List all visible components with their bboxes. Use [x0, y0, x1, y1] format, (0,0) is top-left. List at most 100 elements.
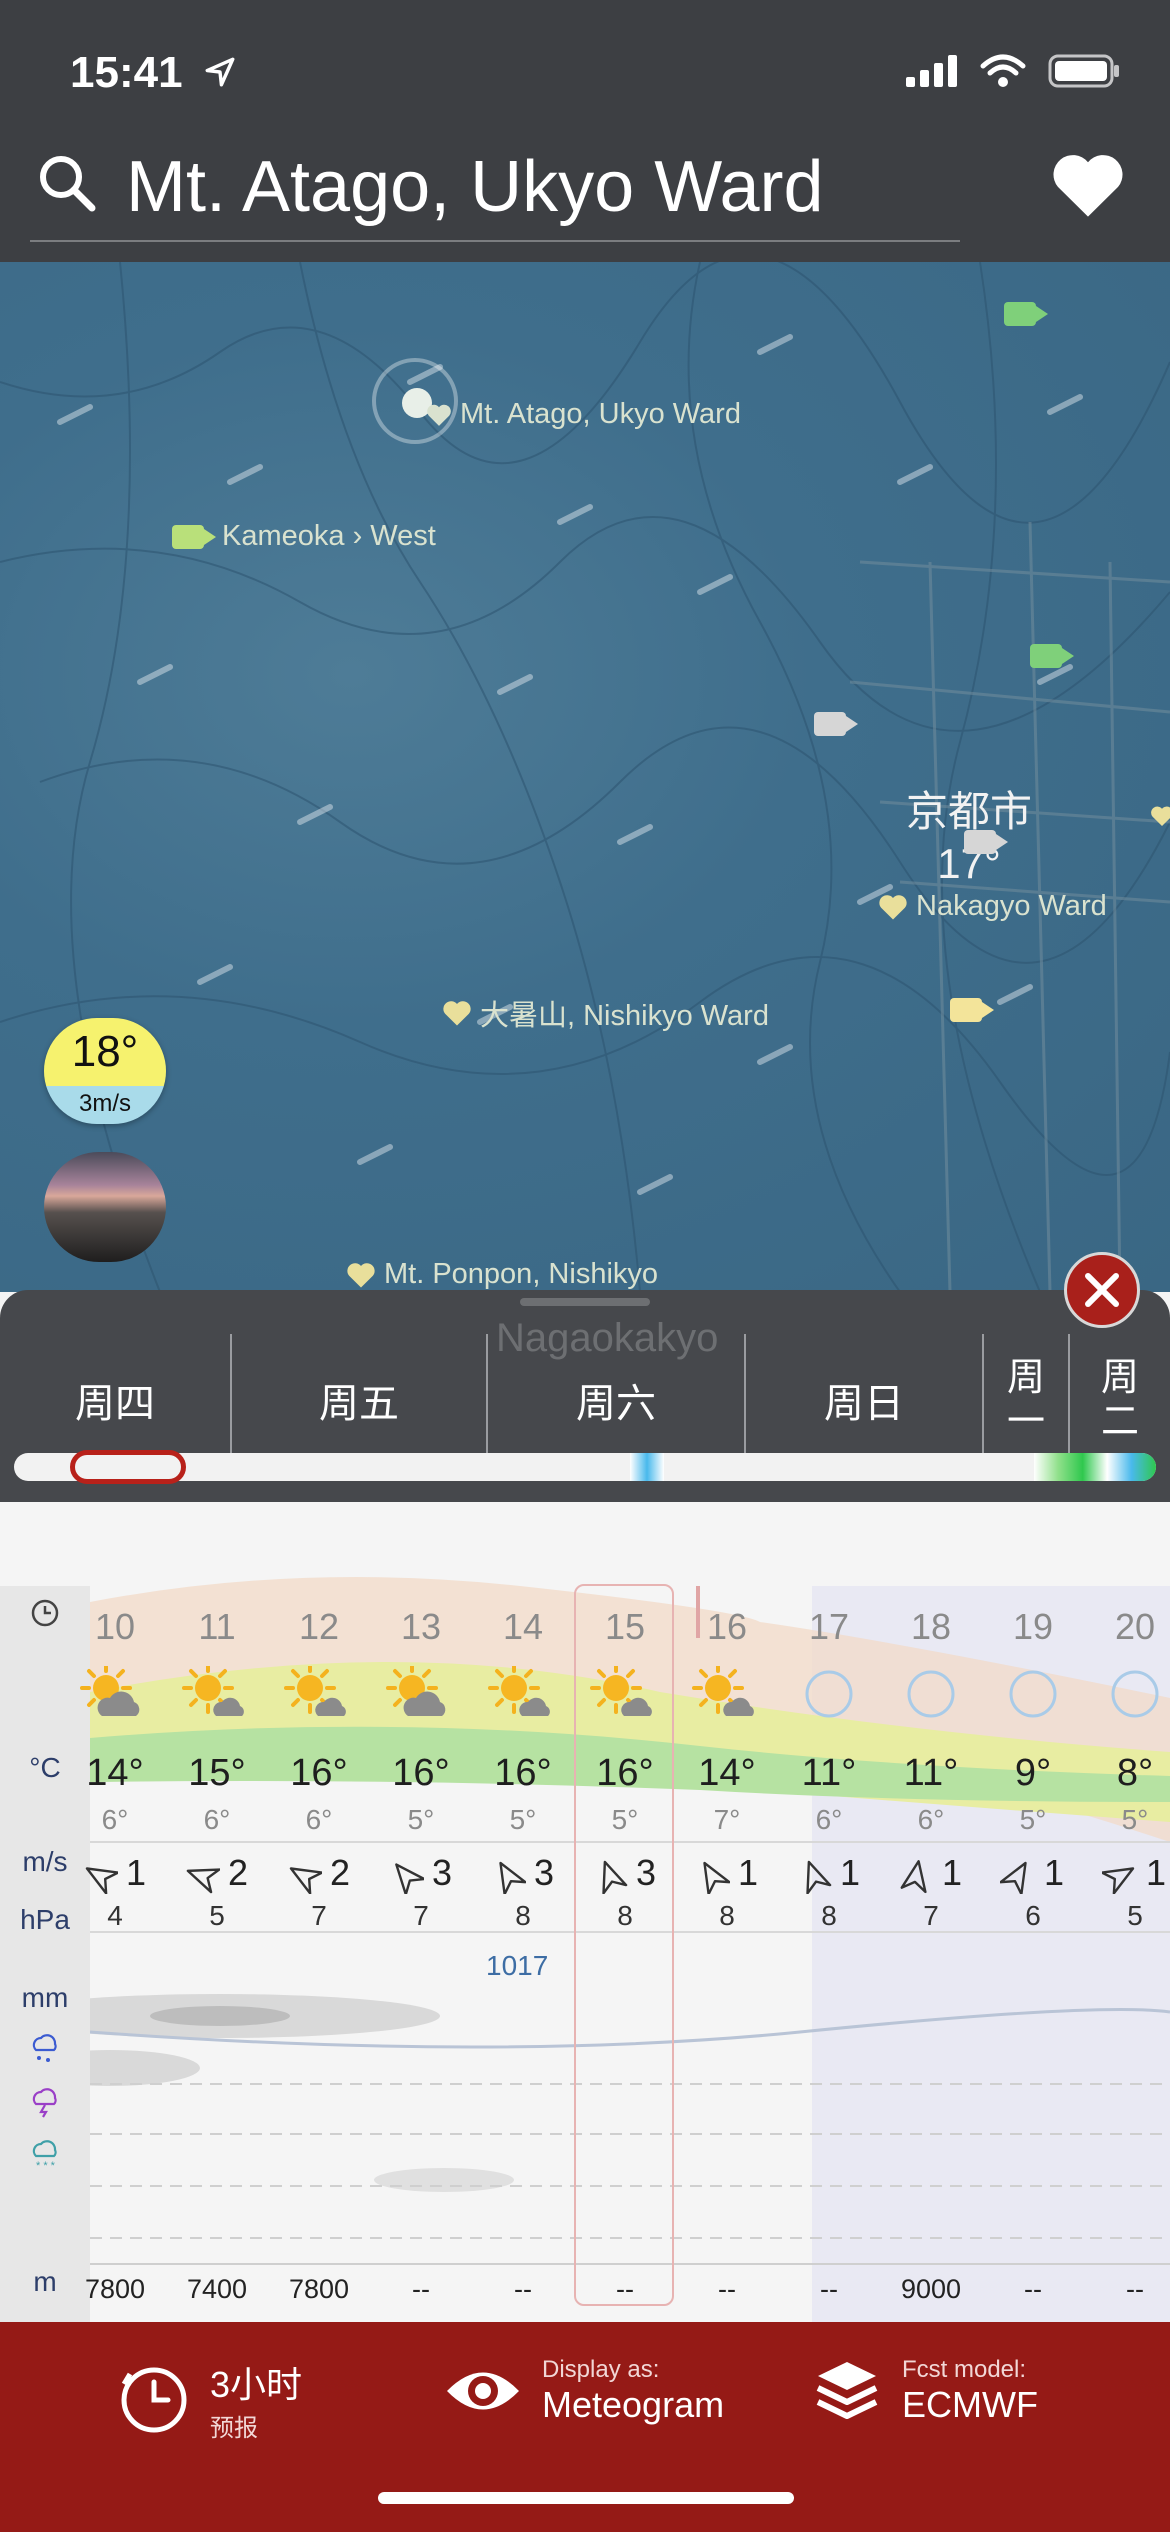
interval-button[interactable]: 3小时 预报: [118, 2356, 302, 2443]
status-time-text: 15:41: [70, 48, 183, 97]
altitude-value: --: [1024, 2274, 1042, 2304]
signal-icon: [906, 55, 957, 87]
close-button[interactable]: [1064, 1252, 1140, 1328]
timeline-precip-mark: [1034, 1453, 1156, 1481]
webcam-icon[interactable]: [1004, 302, 1048, 326]
sunny-cloud-icon: [284, 1666, 346, 1716]
search-field[interactable]: Mt. Atago, Ukyo Ward: [30, 140, 960, 242]
display-as-button[interactable]: Display as: Meteogram: [444, 2356, 724, 2426]
webcam-icon[interactable]: [1030, 644, 1074, 668]
altitude-value: --: [412, 2274, 430, 2304]
drag-handle[interactable]: [520, 1298, 650, 1306]
heart-icon[interactable]: [1150, 802, 1170, 830]
hour-label: 11: [198, 1606, 236, 1647]
temp-max: 16°: [392, 1752, 450, 1794]
top-bar: 15:41 Mt. Atago, Ukyo Ward: [0, 0, 1170, 262]
status-time: 15:41: [70, 48, 237, 98]
wind-speed: 2: [228, 1852, 249, 1893]
webcam-icon: [172, 524, 216, 549]
location-title[interactable]: Mt. Atago, Ukyo Ward: [126, 146, 824, 228]
wind-speed: 1: [840, 1852, 861, 1893]
display-as-text: Display as: Meteogram: [542, 2356, 724, 2426]
forecast-model-text: Fcst model: ECMWF: [902, 2356, 1038, 2426]
wind-direction-icon: [1102, 1867, 1135, 1894]
wind-speed: 1: [1044, 1852, 1065, 1893]
meteogram-axis: °C m/s hPa mm * * * m: [0, 1586, 90, 2322]
temp-max: 16°: [290, 1752, 348, 1794]
axis-precip-label: mm: [21, 1982, 69, 2013]
temp-max: 14°: [86, 1752, 144, 1794]
timeline-current-marker[interactable]: [70, 1450, 186, 1484]
temp-max: 11°: [801, 1752, 857, 1794]
day-tab-sun[interactable]: 周日: [746, 1334, 984, 1466]
map-label-nakagyo-text: Nakagyo Ward: [916, 890, 1107, 922]
favorite-heart-icon[interactable]: [1050, 150, 1126, 220]
day-tab-label: 周: [1100, 1357, 1139, 1399]
night-clear-icon: [805, 1670, 853, 1718]
forecast-model-small: Fcst model:: [902, 2356, 1027, 2383]
altitude-value: 7800: [84, 2274, 146, 2304]
map-label-ooshoyama[interactable]: 大暑山, Nishikyo Ward: [442, 992, 769, 1034]
day-tab-label: 周六: [576, 1382, 656, 1426]
weather-map[interactable]: Kameoka › West Mt. Atago, Ukyo Ward 京都市 …: [0, 262, 1170, 1292]
snow-cloud-icon: * * *: [32, 2140, 57, 2170]
map-label-nakagyo[interactable]: Nakagyo Ward: [878, 890, 1107, 923]
forecast-model-big: ECMWF: [902, 2384, 1038, 2425]
wind-direction-icon: [703, 1861, 730, 1894]
meteogram[interactable]: °C m/s hPa mm * * * m 10 14° 6° 4 7800 1 11 15°…: [0, 1502, 1170, 2322]
current-weather-bubble[interactable]: 18° 3m/s: [44, 1018, 166, 1124]
partly-cloudy-icon: [386, 1666, 446, 1716]
search-icon[interactable]: [36, 152, 98, 214]
day-tab-mon[interactable]: 周 一: [984, 1334, 1070, 1466]
day-tab-sat[interactable]: 周六: [488, 1334, 746, 1466]
temp-min: 6°: [917, 1804, 945, 1835]
altitude-value: --: [514, 2274, 532, 2304]
temp-max: 15°: [188, 1752, 246, 1794]
wind-direction-icon: [289, 1867, 322, 1894]
webcam-thumbnail[interactable]: [44, 1152, 166, 1262]
altitude-value: 7800: [288, 2274, 350, 2304]
webcam-icon[interactable]: [814, 712, 858, 736]
sunny-cloud-icon: [182, 1666, 244, 1716]
interval-big: 3小时: [210, 2364, 303, 2405]
close-icon: [1085, 1273, 1119, 1307]
day-tab-fri[interactable]: 周五: [232, 1334, 488, 1466]
wind-speed: 1: [1146, 1852, 1167, 1893]
heart-icon: [879, 894, 907, 919]
sunny-cloud-icon: [488, 1666, 550, 1716]
day-tab-thu[interactable]: 周四: [0, 1334, 232, 1466]
selected-column[interactable]: [574, 1584, 674, 2306]
wind-speed: 2: [330, 1852, 351, 1893]
battery-icon: [1048, 54, 1119, 88]
wind-gust: 8: [719, 1900, 735, 1931]
map-label-kameoka[interactable]: Kameoka › West: [172, 520, 436, 553]
hour-label: 14: [502, 1606, 544, 1647]
webcam-icon[interactable]: [950, 998, 994, 1022]
map-label-atago[interactable]: Mt. Atago, Ukyo Ward: [426, 398, 741, 431]
wifi-icon: [980, 54, 1026, 87]
temp-min: 6°: [305, 1804, 333, 1835]
hour-label: 10: [94, 1606, 136, 1647]
map-label-ponpon-text: Mt. Ponpon, Nishikyo: [384, 1258, 659, 1290]
thunder-cloud-icon: [32, 2088, 57, 2118]
status-icons: [906, 54, 1120, 88]
forecast-model-button[interactable]: Fcst model: ECMWF: [812, 2356, 1038, 2426]
wind-speed: 3: [432, 1852, 453, 1893]
day-tab-tue[interactable]: 周 二: [1070, 1334, 1170, 1466]
altitude-value: --: [1126, 2274, 1144, 2304]
wind-speed: 3: [534, 1852, 555, 1893]
clock-icon: [121, 2367, 187, 2432]
clock-icon: [31, 1599, 59, 1627]
hour-label: 18: [910, 1606, 952, 1647]
day-tab-label: 周四: [75, 1382, 155, 1426]
day-tab-label: 二: [1100, 1401, 1139, 1443]
map-label-ponpon[interactable]: Mt. Ponpon, Nishikyo: [346, 1258, 658, 1291]
night-clear-icon: [1009, 1670, 1057, 1718]
wind-gust: 8: [821, 1900, 837, 1931]
webcam-icon[interactable]: [964, 830, 1008, 854]
hour-label: 13: [400, 1606, 442, 1647]
home-indicator[interactable]: [378, 2492, 794, 2504]
temp-max: 16°: [494, 1752, 552, 1794]
temp-max: 11°: [903, 1752, 959, 1794]
wind-direction-icon: [900, 1860, 927, 1894]
